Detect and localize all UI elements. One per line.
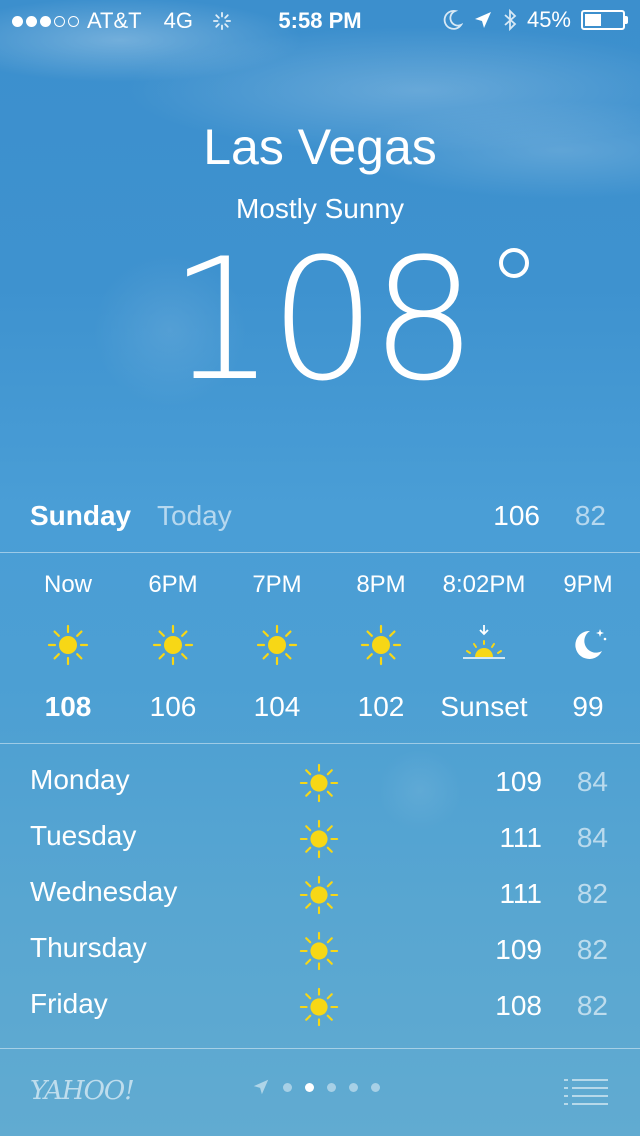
- city-list-icon[interactable]: [564, 1078, 608, 1106]
- daily-low: 82: [576, 990, 608, 1021]
- page-indicator[interactable]: [252, 1078, 380, 1096]
- daily-row: Monday 109 84: [0, 756, 640, 812]
- daily-high: 111: [499, 822, 542, 853]
- hourly-temp: 108: [44, 691, 92, 722]
- yahoo-logo[interactable]: YAHOO!: [30, 1076, 135, 1106]
- page-dot[interactable]: [371, 1082, 380, 1092]
- divider: [0, 552, 640, 553]
- current-temperature: 108: [168, 220, 530, 420]
- daily-high: 108: [495, 990, 542, 1021]
- hourly-time: 8:02PM: [442, 571, 526, 598]
- hourly-time: Now: [43, 571, 92, 598]
- daily-day-name: Friday: [30, 988, 108, 1019]
- current-temperature-value: 108: [168, 222, 478, 418]
- status-right: 45%: [443, 7, 628, 33]
- battery-tip: [625, 16, 628, 24]
- current-temperature-block: 108: [0, 220, 640, 420]
- footer-bar: YAHOO!: [0, 1050, 640, 1136]
- hourly-time: 9PM: [563, 571, 613, 598]
- hourly-item: 8PM 102: [329, 555, 433, 743]
- battery-percent: 45%: [526, 7, 571, 32]
- location-arrow-icon: [474, 12, 491, 28]
- sun-icon: [298, 818, 340, 860]
- sun-icon: [255, 623, 299, 667]
- daily-day-name: Monday: [30, 764, 130, 795]
- hourly-temp: 106: [149, 691, 197, 722]
- degree-symbol-icon: [499, 248, 530, 278]
- hourly-item: 6PM 106: [121, 555, 225, 743]
- page-dot[interactable]: [283, 1082, 292, 1092]
- page-dot[interactable]: [349, 1082, 358, 1092]
- today-day-name: Sunday: [30, 500, 132, 531]
- daily-low: 84: [576, 766, 608, 797]
- hourly-item: Now 108: [16, 555, 120, 743]
- sun-icon: [298, 874, 340, 916]
- bluetooth-icon: [504, 8, 517, 32]
- sun-icon: [298, 986, 340, 1028]
- status-bar: AT&T 4G 5:58 PM 45%: [0, 0, 640, 40]
- daily-high: 111: [499, 878, 542, 909]
- divider: [0, 743, 640, 744]
- hourly-temp: Sunset: [440, 691, 528, 722]
- hourly-forecast[interactable]: Now 108 6PM 106 7PM 104 8PM 102 8:02PM Sunset 9PM 9…: [0, 555, 640, 743]
- hourly-temp: 104: [253, 691, 301, 722]
- sun-icon: [298, 762, 340, 804]
- battery-body: [581, 10, 625, 30]
- battery-icon: [581, 10, 628, 30]
- city-name: Las Vegas: [203, 119, 437, 175]
- sun-icon: [359, 623, 403, 667]
- sun-icon: [46, 623, 90, 667]
- hourly-time: 8PM: [356, 571, 406, 598]
- hourly-item: 9PM 99: [536, 555, 640, 743]
- sun-icon: [298, 930, 340, 972]
- daily-day-name: Wednesday: [30, 876, 178, 907]
- divider: [0, 1048, 640, 1049]
- today-low: 82: [574, 500, 606, 531]
- page-dot[interactable]: [327, 1082, 336, 1092]
- daily-row: Thursday 109 82: [0, 924, 640, 980]
- hourly-temp: 99: [572, 691, 604, 722]
- sun-icon: [151, 623, 195, 667]
- today-label: Today: [157, 500, 232, 531]
- daily-high: 109: [495, 934, 542, 965]
- sunset-icon: [462, 623, 506, 667]
- hourly-temp: 102: [357, 691, 405, 722]
- daily-forecast: Monday 109 84 Tuesday 111 84 Wednesday 111 82 Thu…: [0, 756, 640, 1036]
- hourly-time: 7PM: [252, 571, 302, 598]
- hourly-item: 8:02PM Sunset: [432, 555, 536, 743]
- hourly-item: 7PM 104: [225, 555, 329, 743]
- daily-row: Tuesday 111 84: [0, 812, 640, 868]
- do-not-disturb-moon-icon: [443, 10, 463, 30]
- daily-low: 82: [576, 878, 608, 909]
- hourly-time: 6PM: [148, 571, 198, 598]
- battery-fill: [585, 14, 601, 26]
- page-dot[interactable]: [305, 1082, 314, 1092]
- daily-day-name: Tuesday: [30, 820, 137, 851]
- daily-row: Wednesday 111 82: [0, 868, 640, 924]
- current-location-arrow-icon: [253, 1079, 269, 1095]
- today-high: 106: [493, 500, 540, 531]
- moon-icon: [566, 623, 610, 667]
- daily-low: 84: [576, 822, 608, 853]
- today-row: Sunday Today 106 82: [0, 490, 640, 546]
- daily-day-name: Thursday: [30, 932, 147, 963]
- daily-low: 82: [576, 934, 608, 965]
- daily-high: 109: [495, 766, 542, 797]
- daily-row: Friday 108 82: [0, 980, 640, 1036]
